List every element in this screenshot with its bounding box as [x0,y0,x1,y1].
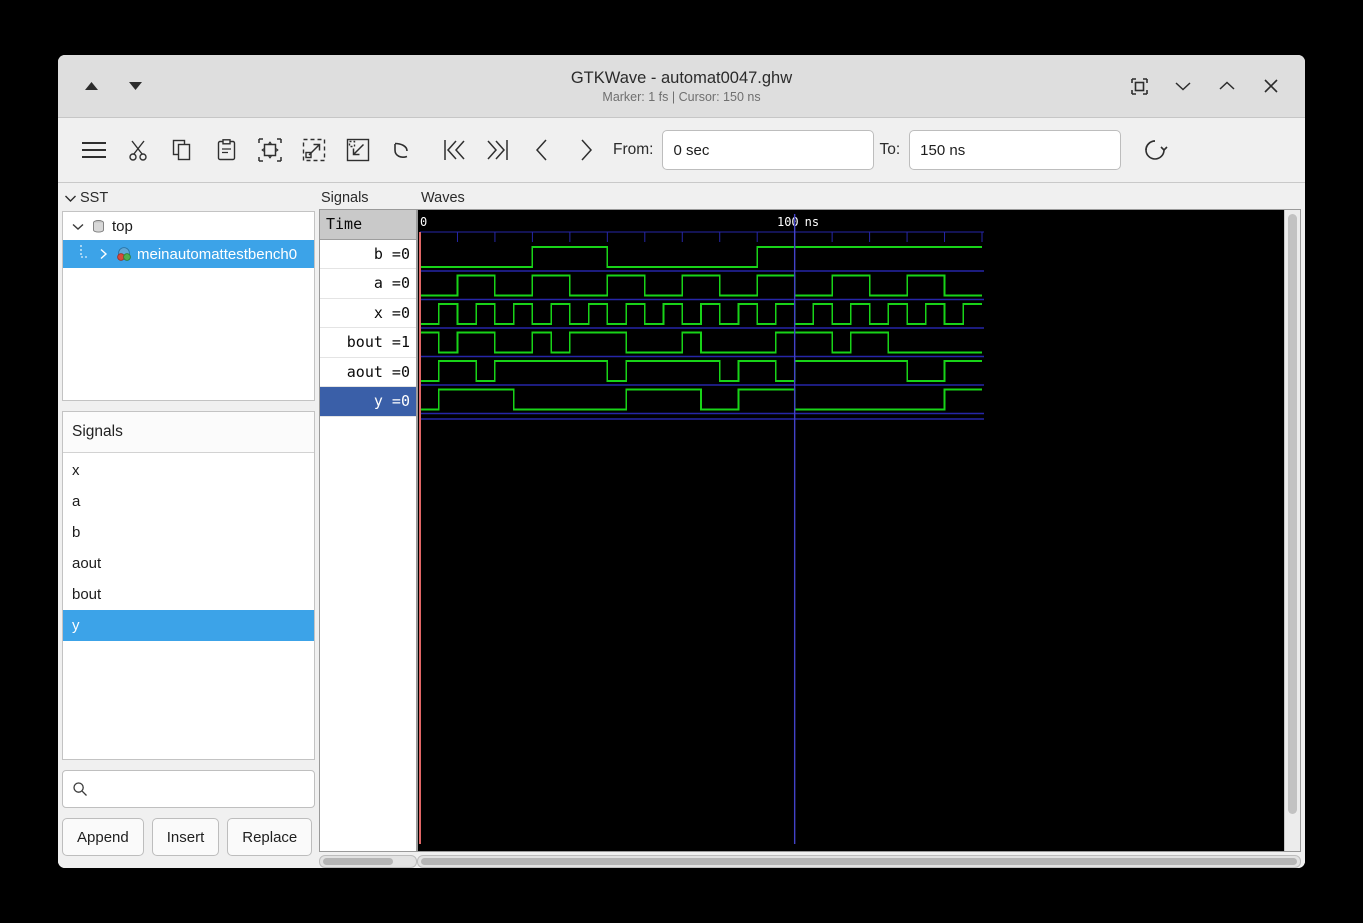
chevron-down-icon [64,193,77,203]
fullscreen-icon[interactable] [1127,74,1151,98]
waves-vscrollbar[interactable] [1284,210,1300,851]
to-input[interactable] [909,130,1121,170]
signal-name-bout[interactable]: bout =1 [320,328,416,358]
insert-button[interactable]: Insert [152,818,220,856]
signal-name-b[interactable]: b =0 [320,240,416,270]
search-bar[interactable] [62,770,315,808]
main-body: SST top [58,183,1305,868]
signal-names-list: Time b =0 a =0 x =0 bout =1 aout =0 y =0 [319,209,417,852]
titlebar-text-group: GTKWave - automat0047.ghw Marker: 1 fs |… [58,68,1305,105]
chevron-right-icon[interactable] [96,248,110,260]
next-edge-button[interactable] [564,128,608,172]
triangle-down-icon[interactable] [124,75,146,97]
list-item[interactable]: y [63,610,314,641]
sst-tree: top meina [62,211,315,401]
signal-names-hscrollbar[interactable] [319,855,417,868]
svg-text:ns: ns [805,215,819,229]
svg-text:100: 100 [777,215,799,229]
from-label: From: [608,141,662,159]
signal-names-title: Signals [319,187,417,209]
signal-action-buttons: Append Insert Replace [62,818,315,856]
signal-name-aout[interactable]: aout =0 [320,358,416,388]
signal-list-header: Signals [63,412,314,453]
chevron-down-icon[interactable] [1171,74,1195,98]
list-item[interactable]: x [63,455,314,486]
paste-button[interactable] [204,128,248,172]
title-bar: GTKWave - automat0047.ghw Marker: 1 fs |… [58,55,1305,118]
search-icon [72,781,88,797]
triangle-up-icon[interactable] [80,75,102,97]
scrollbar-thumb[interactable] [1288,214,1297,814]
toolbar: From: To: [58,118,1305,183]
tree-branch-icon [77,243,91,265]
titlebar-nav-group [58,75,230,97]
window-subtitle: Marker: 1 fs | Cursor: 150 ns [58,89,1305,105]
chevron-down-icon[interactable] [71,222,85,231]
waves-pane: Waves 0 100 ns [417,183,1305,868]
goto-start-button[interactable] [432,128,476,172]
waveform-plot: 0 100 ns [418,210,1284,844]
tree-item-label: meinautomattestbench0 [137,246,297,263]
window-title: GTKWave - automat0047.ghw [58,68,1305,88]
wave-canvas[interactable]: 0 100 ns [418,210,1284,851]
module-icon [90,218,107,235]
svg-text:0: 0 [420,215,427,229]
list-item[interactable]: a [63,486,314,517]
zoom-in-button[interactable] [292,128,336,172]
sst-label: SST [80,190,108,206]
to-label: To: [874,141,909,159]
list-item[interactable]: aout [63,548,314,579]
sst-header[interactable]: SST [62,183,315,211]
chevron-up-icon[interactable] [1215,74,1239,98]
list-item[interactable]: bout [63,579,314,610]
signal-name-x[interactable]: x =0 [320,299,416,329]
sidebar: SST top [58,183,319,868]
goto-end-button[interactable] [476,128,520,172]
copy-button[interactable] [160,128,204,172]
tree-item-label: top [112,218,133,235]
append-button[interactable]: Append [62,818,144,856]
cut-button[interactable] [116,128,160,172]
from-input[interactable] [662,130,874,170]
signal-names-pane: Signals Time b =0 a =0 x =0 bout =1 aout… [319,183,417,868]
signal-list-items: x a b aout bout y [63,453,314,759]
undo-button[interactable] [380,128,424,172]
prev-edge-button[interactable] [520,128,564,172]
menu-button[interactable] [72,128,116,172]
waves-area: 0 100 ns [417,209,1301,852]
zoom-out-button[interactable] [336,128,380,172]
reload-button[interactable] [1133,128,1177,172]
scrollbar-thumb[interactable] [421,858,1297,865]
signal-name-y[interactable]: y =0 [320,387,416,417]
zoom-fit-button[interactable] [248,128,292,172]
scrollbar-thumb[interactable] [323,858,393,865]
window-controls [1127,74,1305,98]
search-input[interactable] [95,780,305,798]
signal-list: Signals x a b aout bout y [62,411,315,760]
waves-hscrollbar[interactable] [417,855,1301,868]
waves-title: Waves [417,187,1301,209]
close-icon[interactable] [1259,74,1283,98]
gtkwave-window: GTKWave - automat0047.ghw Marker: 1 fs |… [58,55,1305,868]
tree-item-top[interactable]: top [63,212,314,240]
replace-button[interactable]: Replace [227,818,312,856]
tree-item-meinautomattestbench0[interactable]: meinautomattestbench0 [63,240,314,268]
list-item[interactable]: b [63,517,314,548]
signal-name-time-header: Time [320,210,416,240]
signal-name-a[interactable]: a =0 [320,269,416,299]
instance-icon [115,246,132,263]
